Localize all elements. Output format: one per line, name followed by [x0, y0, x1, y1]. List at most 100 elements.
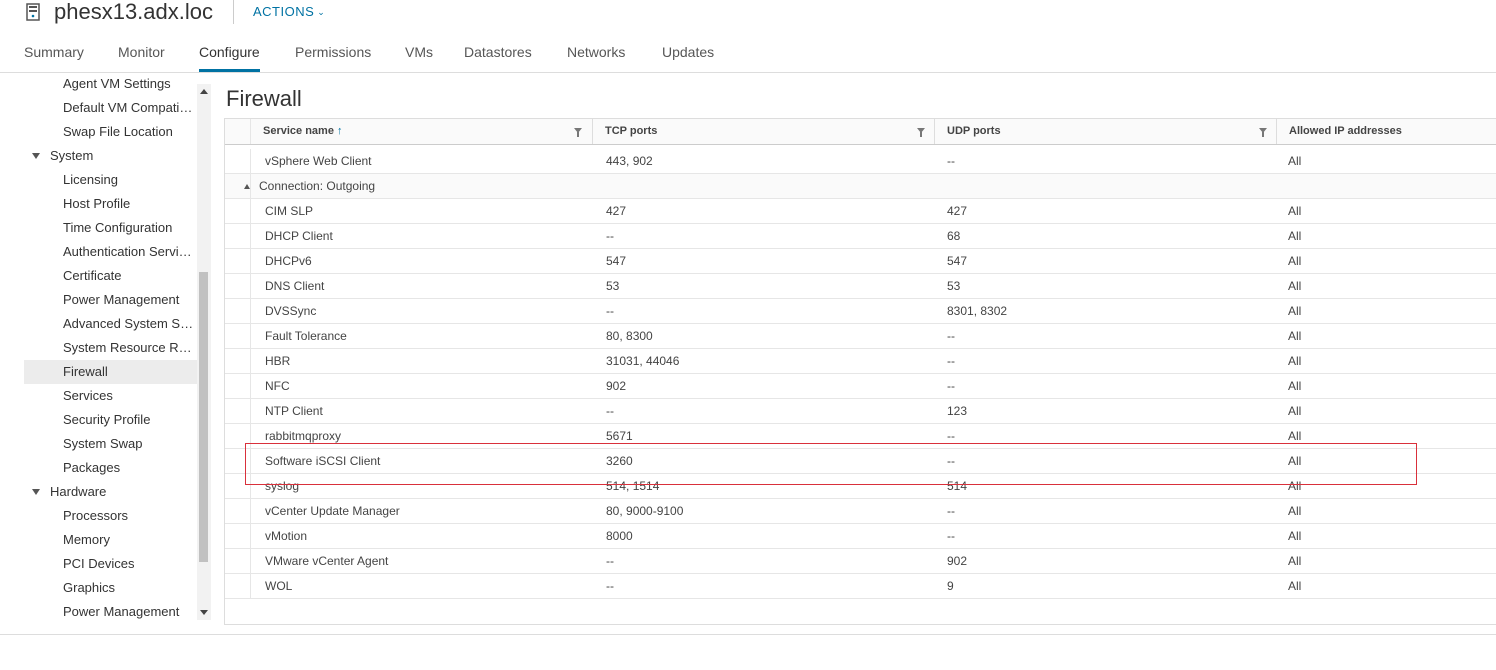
table-row[interactable]: DHCPv6 547 547 All: [225, 249, 1496, 274]
scrollbar-thumb[interactable]: [199, 272, 208, 562]
filter-icon[interactable]: [917, 128, 925, 137]
cell-tcp-ports: 902: [606, 379, 627, 393]
sidebar-item-pci-devices[interactable]: PCI Devices: [24, 552, 197, 576]
cell-tcp-ports: 547: [606, 254, 627, 268]
sidebar-group-hardware[interactable]: Hardware: [24, 480, 197, 504]
table-row[interactable]: DVSSync -- 8301, 8302 All: [225, 299, 1496, 324]
sidebar-item-processors[interactable]: Processors: [24, 504, 197, 528]
title-divider: [233, 0, 234, 24]
table-row[interactable]: vCenter Update Manager 80, 9000-9100 -- All: [225, 499, 1496, 524]
filter-icon[interactable]: [1259, 128, 1267, 137]
sidebar-item-time-configuration[interactable]: Time Configuration: [24, 216, 197, 240]
grid-gutter: [225, 149, 251, 173]
filter-icon[interactable]: [574, 128, 582, 137]
tab-datastores[interactable]: Datastores: [464, 44, 532, 70]
sidebar-item-security-profile[interactable]: Security Profile: [24, 408, 197, 432]
grid-gutter: [225, 274, 251, 298]
sidebar-item-licensing[interactable]: Licensing: [24, 168, 197, 192]
column-header-service-name[interactable]: Service name ↑: [251, 119, 592, 144]
table-row[interactable]: syslog 514, 1514 514 All: [225, 474, 1496, 499]
sidebar-item-default-vm-compatibility[interactable]: Default VM Compatibility: [24, 96, 197, 120]
table-row[interactable]: vSphere Web Client 443, 902 -- All: [225, 149, 1496, 174]
cell-service-name: syslog: [265, 479, 300, 493]
grid-gutter: [225, 224, 251, 248]
footer-divider: [0, 634, 1496, 635]
table-row[interactable]: Fault Tolerance 80, 8300 -- All: [225, 324, 1496, 349]
group-label: Connection: Outgoing: [259, 179, 376, 193]
grid-gutter: [225, 424, 251, 448]
page-title: Firewall: [226, 86, 302, 111]
sidebar-item-system-resource-reservation[interactable]: System Resource Reservation: [24, 336, 197, 360]
grid-gutter: [225, 299, 251, 323]
sidebar-item-services[interactable]: Services: [24, 384, 197, 408]
cell-udp-ports: --: [947, 529, 955, 543]
tab-networks[interactable]: Networks: [567, 44, 625, 70]
cell-udp-ports: 427: [947, 204, 968, 218]
cell-tcp-ports: 427: [606, 204, 627, 218]
cell-tcp-ports: 31031, 44046: [606, 354, 680, 368]
sidebar-item-packages[interactable]: Packages: [24, 456, 197, 480]
sidebar-item-memory[interactable]: Memory: [24, 528, 197, 552]
table-row[interactable]: CIM SLP 427 427 All: [225, 199, 1496, 224]
grid-gutter: [225, 399, 251, 423]
column-header-label: Allowed IP addresses: [1289, 125, 1402, 137]
cell-udp-ports: 902: [947, 554, 968, 568]
sidebar-item-swap-file-location[interactable]: Swap File Location: [24, 120, 197, 144]
table-row[interactable]: DNS Client 53 53 All: [225, 274, 1496, 299]
sidebar-item-graphics[interactable]: Graphics: [24, 576, 197, 600]
sidebar-item-certificate[interactable]: Certificate: [24, 264, 197, 288]
tab-vms[interactable]: VMs: [405, 44, 433, 70]
cell-tcp-ports: --: [606, 579, 614, 593]
cell-allowed-ip: All: [1288, 529, 1302, 543]
cell-udp-ports: --: [947, 329, 955, 343]
collapse-triangle-icon[interactable]: [244, 184, 250, 189]
chevron-down-icon: [32, 489, 40, 495]
sidebar-item-power-management-hw[interactable]: Power Management: [24, 600, 197, 620]
tabs-divider: [0, 72, 1496, 73]
table-row[interactable]: VMware vCenter Agent -- 902 All: [225, 549, 1496, 574]
sidebar-item-agent-vm-settings[interactable]: Agent VM Settings: [24, 73, 197, 96]
sidebar-group-system[interactable]: System: [24, 144, 197, 168]
scroll-up-arrow-icon[interactable]: [200, 89, 208, 94]
cell-udp-ports: --: [947, 154, 955, 168]
cell-tcp-ports: 443, 902: [606, 154, 653, 168]
column-header-udp-ports[interactable]: UDP ports: [934, 119, 1276, 144]
tab-configure[interactable]: Configure: [199, 44, 260, 72]
tab-summary[interactable]: Summary: [24, 44, 84, 70]
table-row[interactable]: Software iSCSI Client 3260 -- All: [225, 449, 1496, 474]
scroll-down-arrow-icon[interactable]: [200, 610, 208, 615]
cell-udp-ports: --: [947, 429, 955, 443]
column-header-label: UDP ports: [947, 125, 1001, 137]
column-header-tcp-ports[interactable]: TCP ports: [592, 119, 934, 144]
tab-updates[interactable]: Updates: [662, 44, 714, 70]
sidebar-item-system-swap[interactable]: System Swap: [24, 432, 197, 456]
cell-service-name: VMware vCenter Agent: [265, 554, 389, 568]
table-row[interactable]: HBR 31031, 44046 -- All: [225, 349, 1496, 374]
sort-ascending-icon[interactable]: ↑: [337, 125, 343, 137]
group-row[interactable]: Connection: Outgoing: [225, 174, 1496, 199]
table-row[interactable]: WOL -- 9 All: [225, 574, 1496, 599]
table-row[interactable]: vMotion 8000 -- All: [225, 524, 1496, 549]
column-header-allowed-ip[interactable]: Allowed IP addresses: [1276, 119, 1496, 144]
table-row[interactable]: NTP Client -- 123 All: [225, 399, 1496, 424]
cell-allowed-ip: All: [1288, 554, 1302, 568]
sidebar-item-firewall[interactable]: Firewall: [24, 360, 197, 384]
table-row[interactable]: DHCP Client -- 68 All: [225, 224, 1496, 249]
sidebar-item-advanced-system-settings[interactable]: Advanced System Settings: [24, 312, 197, 336]
grid-gutter: [225, 574, 251, 598]
cell-udp-ports: 547: [947, 254, 968, 268]
table-row[interactable]: NFC 902 -- All: [225, 374, 1496, 399]
sidebar-item-power-management[interactable]: Power Management: [24, 288, 197, 312]
firewall-grid: Service name ↑ TCP ports UDP ports Allowe…: [224, 118, 1496, 625]
sidebar-item-host-profile[interactable]: Host Profile: [24, 192, 197, 216]
tab-monitor[interactable]: Monitor: [118, 44, 165, 70]
table-row[interactable]: rabbitmqproxy 5671 -- All: [225, 424, 1496, 449]
sidebar-item-authentication-services[interactable]: Authentication Services: [24, 240, 197, 264]
cell-allowed-ip: All: [1288, 204, 1302, 218]
cell-service-name: Software iSCSI Client: [265, 454, 381, 468]
cell-tcp-ports: 514, 1514: [606, 479, 660, 493]
tab-permissions[interactable]: Permissions: [295, 44, 371, 70]
sidebar-scrollbar[interactable]: [197, 84, 211, 620]
cell-service-name: rabbitmqproxy: [265, 429, 342, 443]
actions-menu-button[interactable]: ACTIONS ⌄: [253, 4, 325, 19]
